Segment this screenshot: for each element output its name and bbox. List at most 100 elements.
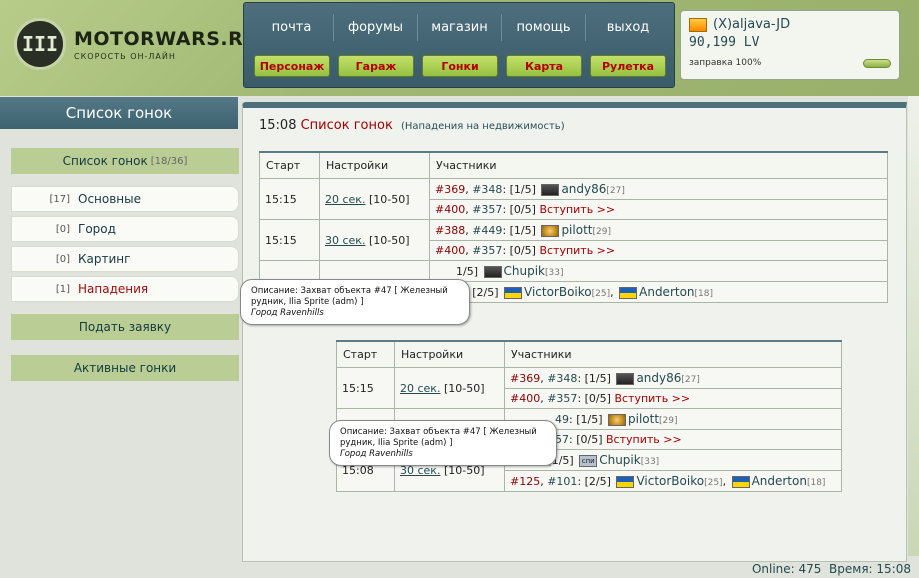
- nav-logout[interactable]: выход: [586, 14, 670, 41]
- race-id[interactable]: #388: [435, 224, 465, 237]
- slots: [1/5]: [576, 413, 603, 426]
- race-group: #125, #101: [2/5] VictorBoiko[25], Ander…: [504, 470, 842, 492]
- join-link[interactable]: Вступить >>: [606, 433, 682, 446]
- race-id[interactable]: #348: [547, 372, 577, 385]
- race-id[interactable]: #449: [472, 224, 502, 237]
- race-id[interactable]: #357: [472, 244, 502, 257]
- player-name[interactable]: andy86: [561, 182, 606, 196]
- race-id[interactable]: #101: [547, 475, 577, 488]
- menu-main-count: [17]: [49, 193, 70, 205]
- join-link[interactable]: Вступить >>: [614, 392, 690, 405]
- avatar-icon: [608, 414, 626, 426]
- race-group: #388, #449: [1/5] pilott[29]: [429, 219, 888, 241]
- player-rank: [33]: [640, 457, 660, 467]
- player-name[interactable]: pilott: [628, 412, 659, 426]
- player-name[interactable]: Chupik: [504, 264, 546, 278]
- race-id[interactable]: #369: [435, 183, 465, 196]
- nav-help[interactable]: помощь: [502, 14, 586, 41]
- race-duration-link[interactable]: 30 сек.: [325, 234, 365, 247]
- menu-city[interactable]: [0] Город: [11, 216, 239, 242]
- race-id[interactable]: #348: [472, 183, 502, 196]
- slots: [1/5]: [509, 224, 536, 237]
- race-id[interactable]: 57: [555, 433, 569, 446]
- player-name[interactable]: andy86: [636, 371, 681, 385]
- menu-main[interactable]: [17] Основные: [11, 186, 239, 212]
- site-logo[interactable]: III MOTORWARS.RU СКОРОСТЬ ОН-ЛАЙН: [14, 18, 259, 70]
- race-start: 15:15: [259, 178, 320, 220]
- username[interactable]: (X)aljava-JD: [713, 17, 790, 32]
- garage-button[interactable]: Гараж: [338, 55, 414, 77]
- menu-karting-count: [0]: [55, 253, 70, 265]
- race-group: #400, #357: [0/5] Вступить >>: [504, 388, 842, 409]
- player-name[interactable]: VictorBoiko: [524, 285, 592, 299]
- races-button[interactable]: Гонки: [422, 55, 498, 77]
- race-id[interactable]: #400: [510, 392, 540, 405]
- race-id[interactable]: #400: [435, 244, 465, 257]
- race-tooltip: Описание: Захват объекта #47 [ Железный …: [240, 279, 470, 325]
- slots: [0/5]: [584, 392, 611, 405]
- nav-shop[interactable]: магазин: [418, 14, 502, 41]
- slots: [1/5]: [509, 183, 536, 196]
- race-id[interactable]: #125: [510, 475, 540, 488]
- nav-mail[interactable]: почта: [250, 14, 334, 41]
- race-range: [10-50]: [443, 381, 485, 395]
- race-id[interactable]: #357: [472, 203, 502, 216]
- main-nav-buttons: Персонаж Гараж Гонки Карта Рулетка: [254, 55, 666, 77]
- join-link[interactable]: Вступить >>: [539, 244, 615, 257]
- player-rank: [18]: [806, 478, 826, 488]
- slots: [0/5]: [509, 203, 536, 216]
- player-name[interactable]: Chupik: [599, 453, 641, 467]
- race-group: #369, #348: [1/5] andy86[27]: [504, 367, 842, 389]
- races-table: Старт Настройки Участники 15:15 20 сек. …: [336, 340, 842, 492]
- col-start: Старт: [259, 151, 320, 179]
- submit-request-button[interactable]: Подать заявку: [11, 314, 239, 340]
- race-duration-link[interactable]: 20 сек.: [400, 382, 440, 395]
- menu-race-list-label: Список гонок: [62, 154, 148, 168]
- player-rank: [29]: [592, 227, 611, 237]
- logo-subtitle: СКОРОСТЬ ОН-ЛАЙН: [74, 51, 176, 61]
- user-money: 90,199 LV: [689, 35, 760, 50]
- car-icon: [616, 373, 635, 385]
- nav-forums[interactable]: форумы: [334, 14, 418, 41]
- race-group: #400, #357: [0/5] Вступить >>: [429, 199, 888, 220]
- menu-attacks-label: Нападения: [78, 282, 149, 296]
- race-start: 15:15: [336, 367, 395, 409]
- race-id[interactable]: #357: [547, 392, 577, 405]
- player-rank: [29]: [659, 416, 678, 426]
- race-start: 15:15: [259, 219, 320, 261]
- menu-attacks[interactable]: [1] Нападения: [11, 276, 239, 302]
- race-id[interactable]: #400: [435, 203, 465, 216]
- player-rank: [25]: [704, 478, 723, 488]
- menu-karting[interactable]: [0] Картинг: [11, 246, 239, 272]
- menu-race-list[interactable]: Список гонок [18/36]: [11, 148, 239, 174]
- player-name[interactable]: VictorBoiko: [636, 474, 704, 488]
- col-participants: Участники: [504, 340, 842, 368]
- server-time: Время: 15:08: [829, 562, 911, 576]
- slots: 1/5]: [456, 265, 478, 278]
- roulette-button[interactable]: Рулетка: [590, 55, 666, 77]
- player-name[interactable]: Anderton: [639, 285, 694, 299]
- user-avatar-icon: [689, 17, 707, 32]
- race-group: #369, #348: [1/5] andy86[27]: [429, 178, 888, 200]
- tooltip-description: Описание: Захват объекта #47 [ Железный …: [251, 286, 448, 307]
- table-row: 15:15 20 сек. [10-50] #369, #348: [1/5] …: [336, 367, 842, 409]
- player-name[interactable]: pilott: [561, 223, 592, 237]
- left-section-title: Список гонок: [0, 97, 238, 129]
- col-start: Старт: [336, 340, 395, 368]
- race-duration-link[interactable]: 20 сек.: [325, 193, 365, 206]
- menu-city-label: Город: [78, 222, 116, 236]
- player-rank: [18]: [694, 289, 714, 299]
- race-id[interactable]: 49: [555, 413, 569, 426]
- map-button[interactable]: Карта: [506, 55, 582, 77]
- slots: [0/5]: [576, 433, 603, 446]
- player-name[interactable]: Anderton: [752, 474, 807, 488]
- slots: [2/5]: [472, 286, 499, 299]
- tooltip-city: Город Ravenhills: [340, 449, 413, 459]
- race-id[interactable]: #369: [510, 372, 540, 385]
- active-races-button[interactable]: Активные гонки: [11, 355, 239, 381]
- join-link[interactable]: Вступить >>: [539, 203, 615, 216]
- menu-city-count: [0]: [55, 223, 70, 235]
- character-button[interactable]: Персонаж: [254, 55, 330, 77]
- race-settings: 20 сек. [10-50]: [319, 178, 430, 220]
- fuel-label: заправка 100%: [689, 58, 762, 68]
